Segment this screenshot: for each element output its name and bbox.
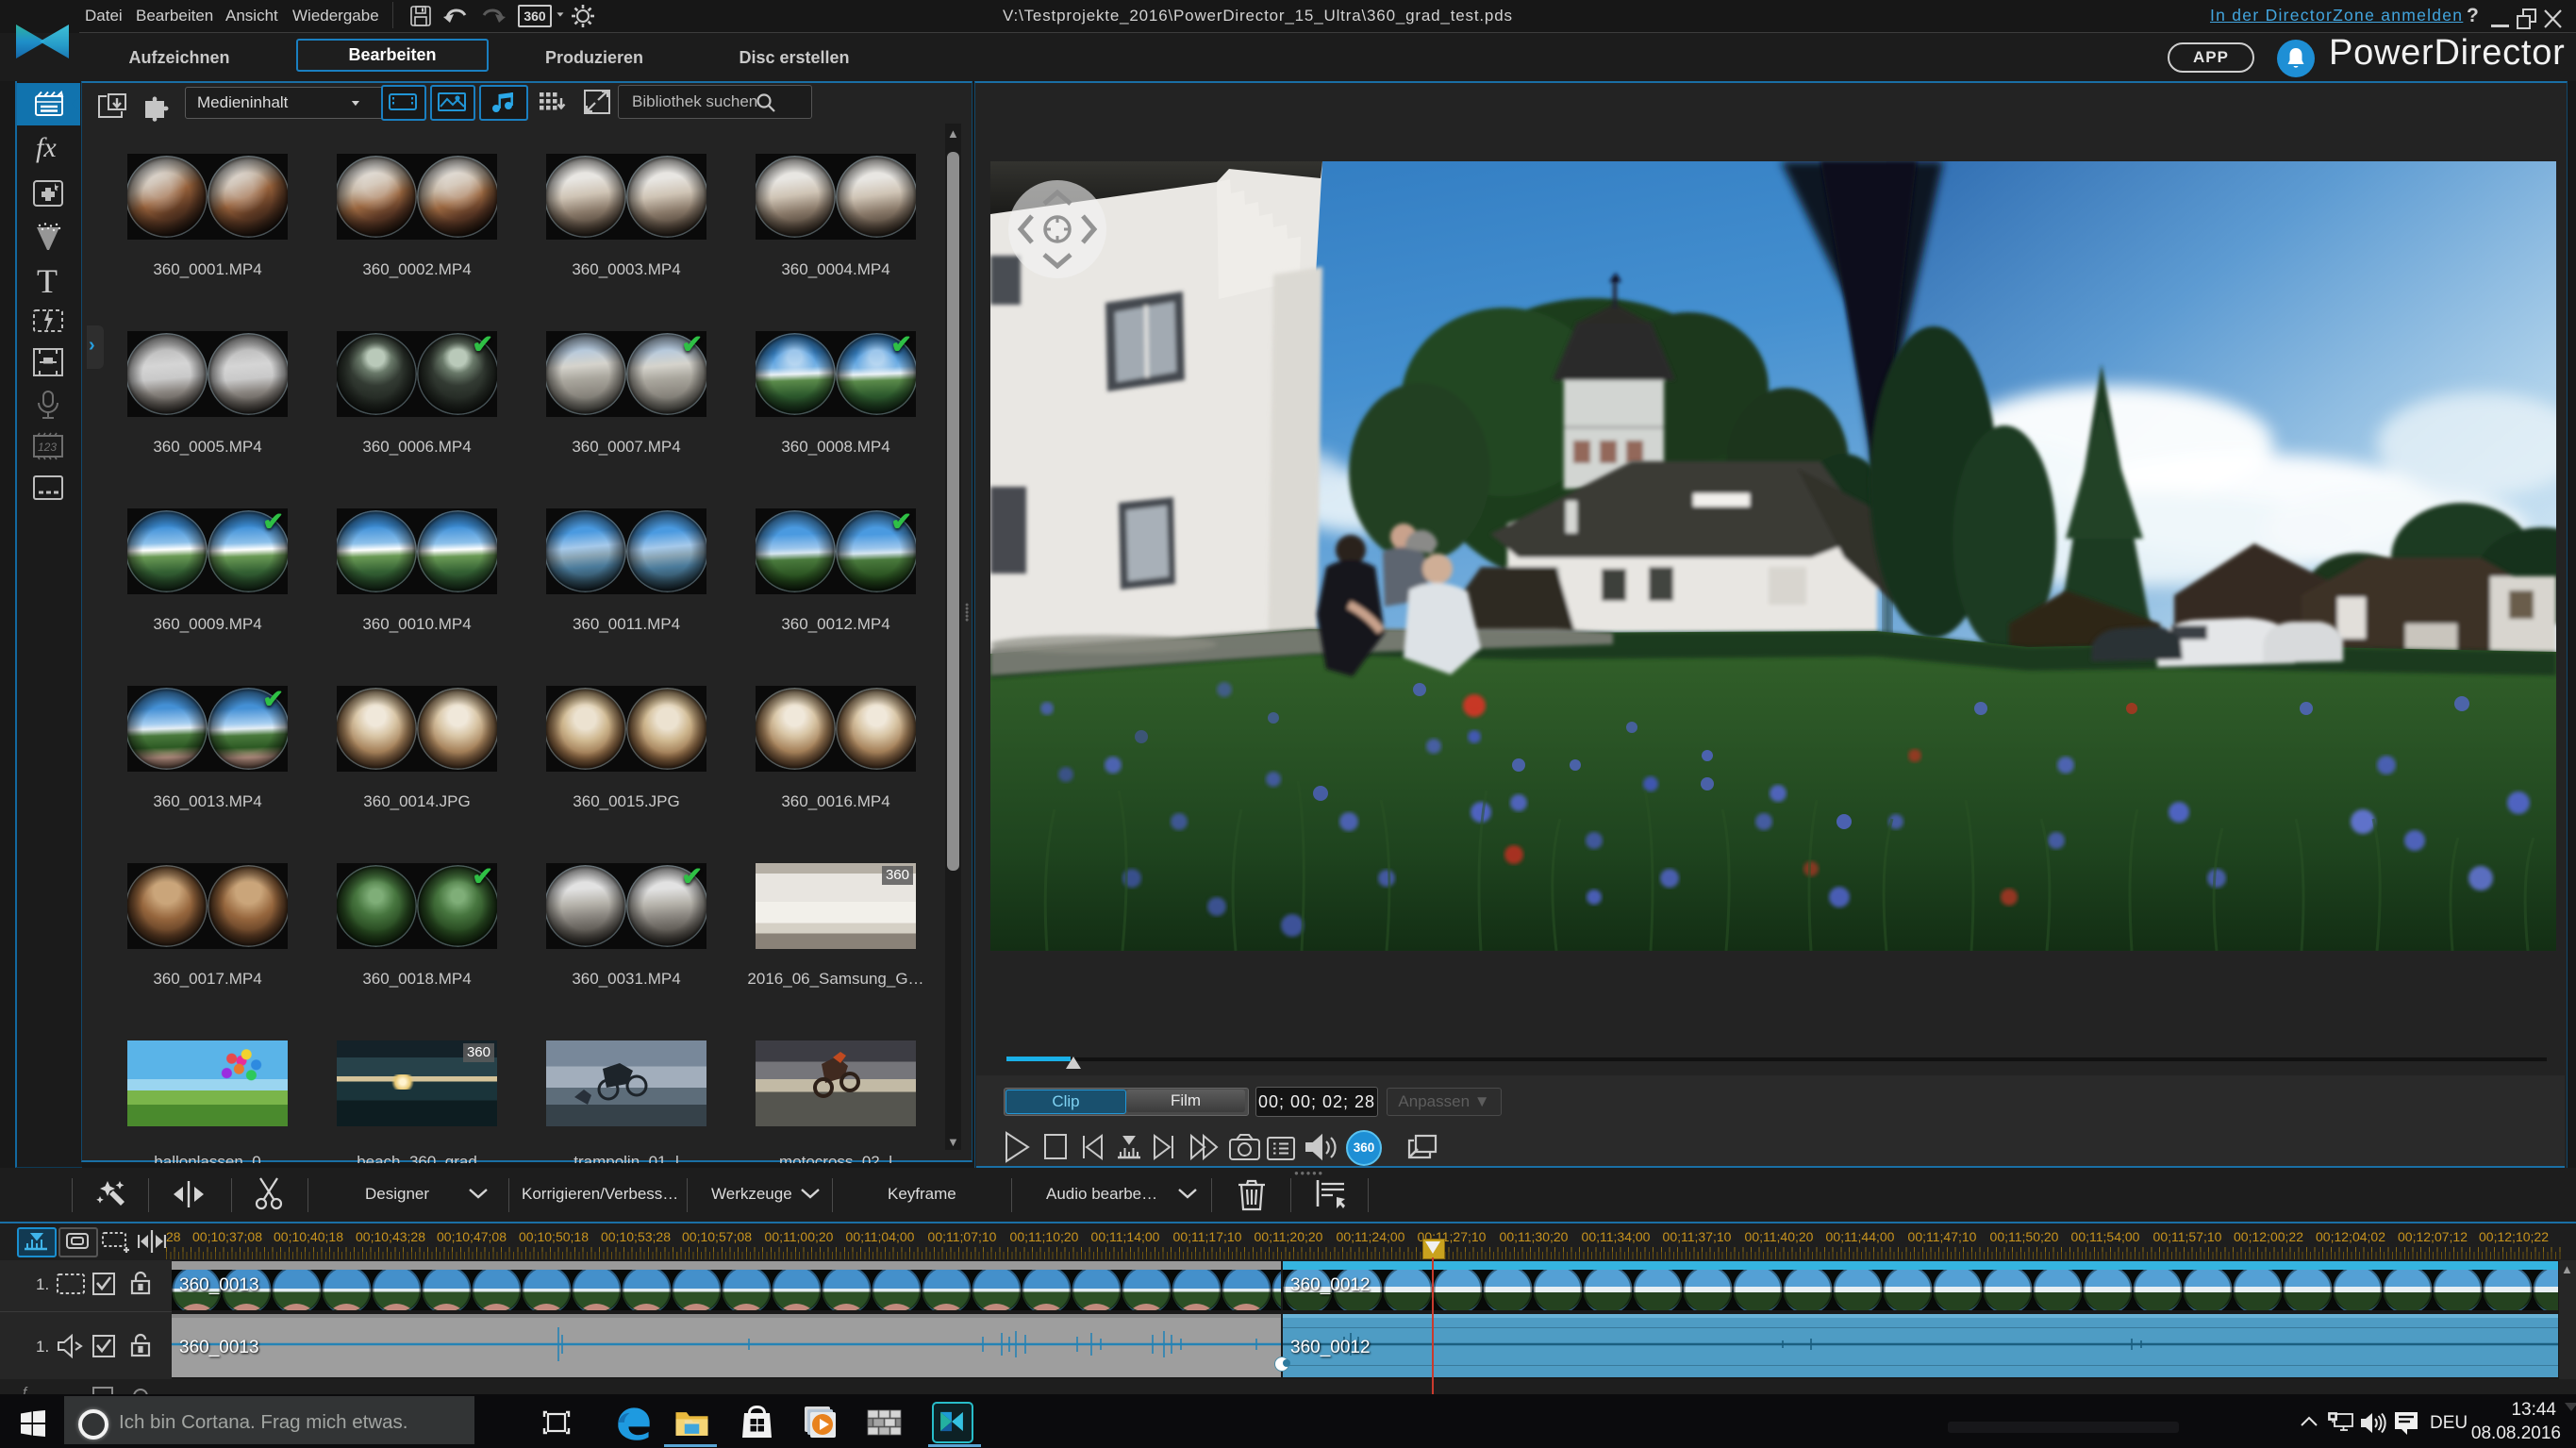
- svg-text:123: 123: [38, 441, 57, 454]
